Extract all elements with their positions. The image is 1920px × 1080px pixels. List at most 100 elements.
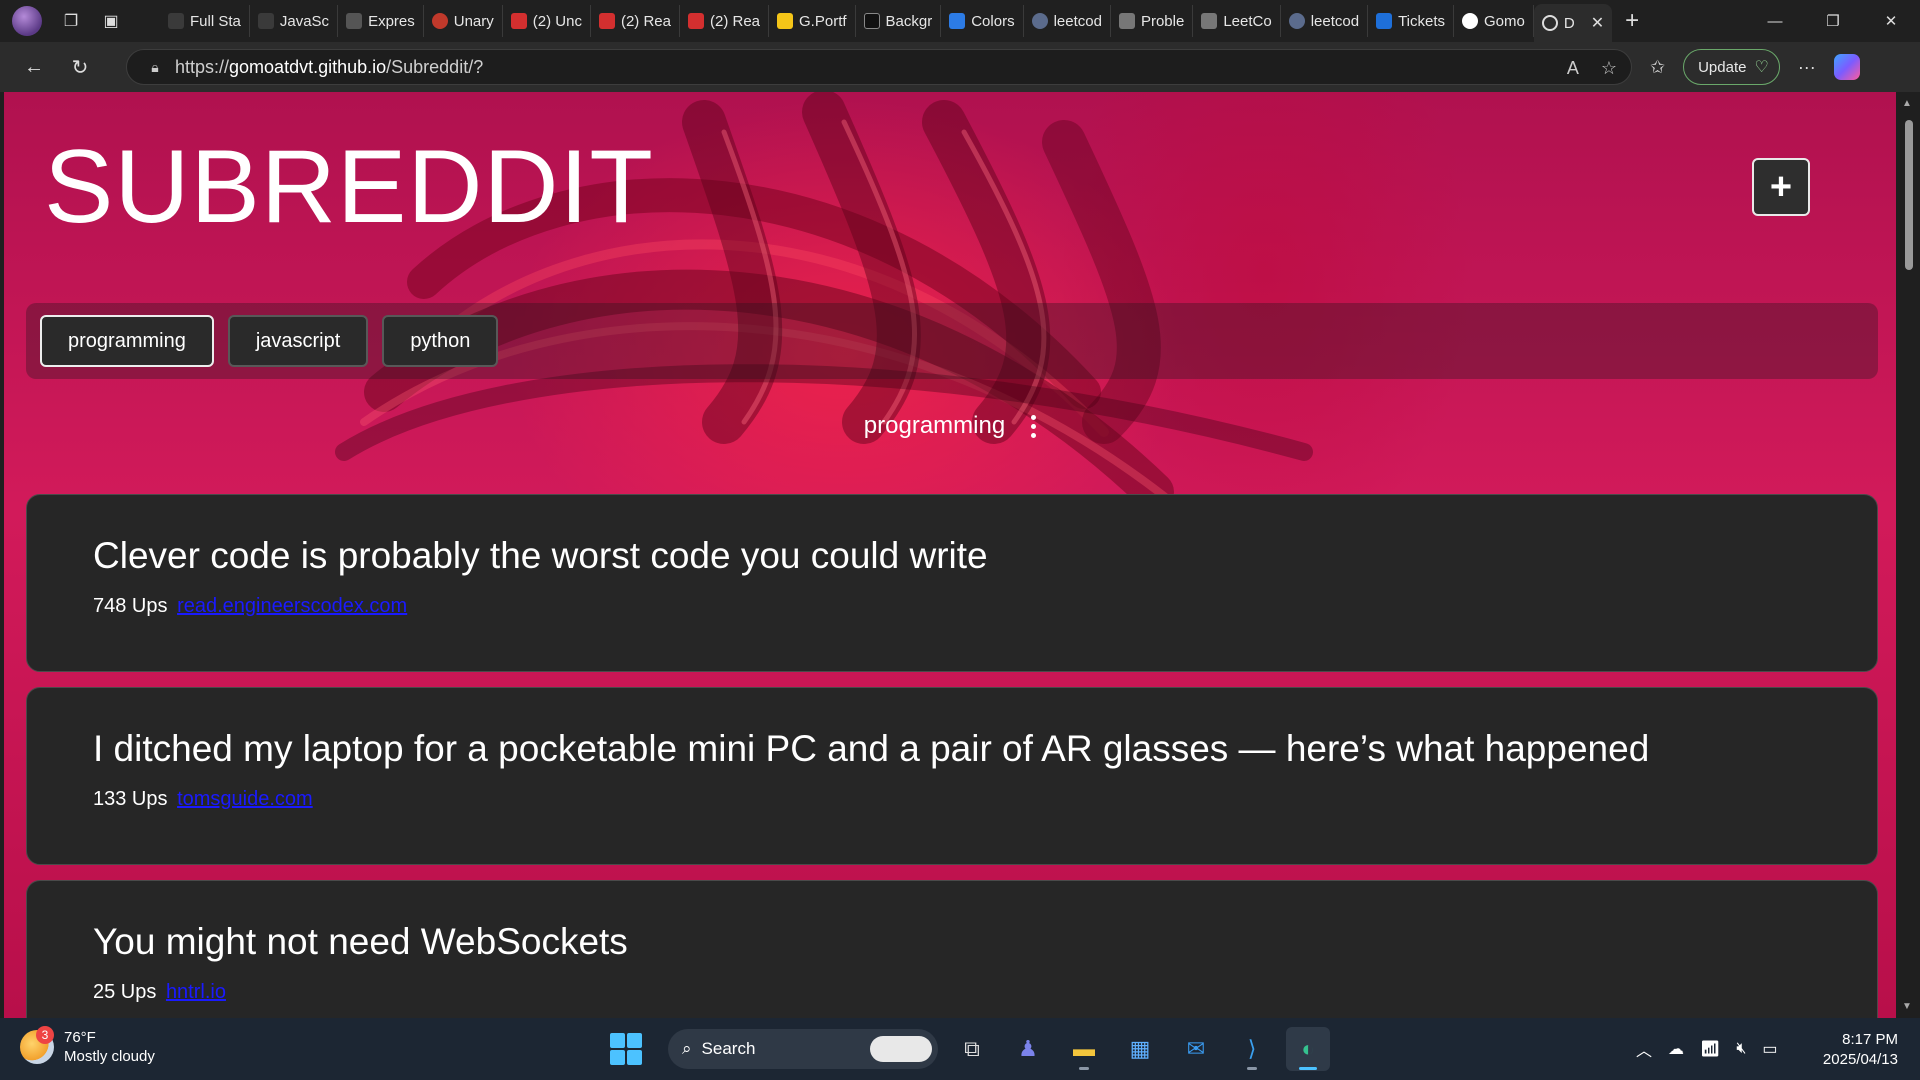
browser-tab[interactable]: (2) Unc bbox=[503, 5, 591, 37]
refresh-icon[interactable]: ↻ bbox=[58, 49, 102, 85]
post-ups: 133 Ups bbox=[93, 788, 168, 810]
tab-label: leetcod bbox=[1053, 12, 1102, 30]
close-tab-icon[interactable]: ✕ bbox=[1591, 13, 1604, 33]
tab-label: (2) Rea bbox=[620, 12, 671, 30]
taskbar-clock[interactable]: 8:17 PM 2025/04/13 bbox=[1812, 1030, 1898, 1070]
browser-tab[interactable]: (2) Rea bbox=[591, 5, 680, 37]
post-meta: 748 Ups read.engineerscodex.com bbox=[93, 595, 1877, 618]
browser-tab[interactable]: LeetCo bbox=[1193, 5, 1281, 37]
post-link[interactable]: tomsguide.com bbox=[177, 788, 313, 810]
back-arrow-icon[interactable]: ← bbox=[12, 49, 56, 85]
globe-icon bbox=[1541, 15, 1558, 31]
vscode-icon[interactable]: ⟩ bbox=[1230, 1027, 1274, 1071]
browser-tab[interactable]: Proble bbox=[1111, 5, 1194, 37]
tab-label: Proble bbox=[1140, 12, 1185, 30]
tab-label: Full Sta bbox=[190, 12, 241, 30]
filter-chip-javascript[interactable]: javascript bbox=[227, 315, 369, 367]
address-bar[interactable]: 🔒︎ https://gomoatdvt.github.io/Subreddit… bbox=[126, 49, 1632, 85]
tab-favicon bbox=[1201, 13, 1218, 29]
profile-avatar[interactable] bbox=[12, 6, 42, 36]
tab-label: (2) Unc bbox=[532, 12, 582, 30]
tab-label: G.Portf bbox=[799, 12, 847, 30]
scroll-down-arrow-icon[interactable]: ▼ bbox=[1902, 1001, 1912, 1012]
tab-label: Gomo bbox=[1484, 12, 1525, 30]
favorite-star-icon[interactable]: ☆ bbox=[1601, 58, 1617, 79]
workspaces-icon[interactable]: ❐ bbox=[60, 10, 82, 32]
minimize-icon[interactable]: — bbox=[1746, 0, 1804, 42]
post-ups: 25 Ups bbox=[93, 981, 157, 1003]
wifi-icon[interactable]: 📶︎ bbox=[1700, 1039, 1720, 1059]
browser-tab[interactable]: leetcod bbox=[1281, 5, 1369, 37]
add-subreddit-button[interactable]: + bbox=[1752, 158, 1810, 216]
restore-icon[interactable]: ❐ bbox=[1804, 0, 1862, 42]
post-title: You might not need WebSockets bbox=[93, 921, 628, 962]
battery-icon[interactable]: ▭ bbox=[1762, 1039, 1777, 1059]
vertical-tabs-icon[interactable]: ▣ bbox=[100, 10, 122, 32]
new-tab-button[interactable]: + bbox=[1612, 7, 1652, 35]
speaker-muted-icon[interactable]: 🔇︎ bbox=[1736, 1040, 1746, 1058]
scroll-up-arrow-icon[interactable]: ▲ bbox=[1902, 98, 1912, 109]
copilot-icon[interactable] bbox=[1833, 54, 1860, 80]
tab-favicon bbox=[257, 13, 274, 29]
url-host: gomoatdvt.github.io bbox=[229, 56, 387, 77]
browser-tab[interactable]: Full Sta bbox=[160, 5, 250, 37]
browser-tab[interactable]: Unary bbox=[424, 5, 503, 37]
browser-tab[interactable]: leetcod bbox=[1024, 5, 1111, 37]
task-view-icon[interactable]: ⧉ bbox=[950, 1027, 994, 1071]
browser-tab[interactable]: Backgr bbox=[856, 5, 942, 37]
clock-date: 2025/04/13 bbox=[1822, 1051, 1898, 1068]
browser-tab[interactable]: (2) Rea bbox=[680, 5, 770, 37]
weather-widget[interactable]: 3 76°F Mostly cloudy bbox=[20, 1026, 155, 1066]
tab-label: JavaSc bbox=[279, 12, 330, 30]
microsoft-store-icon[interactable]: ▦ bbox=[1118, 1027, 1162, 1071]
post-link[interactable]: hntrl.io bbox=[166, 981, 226, 1003]
browser-toolbar: ← ↻ 🔒︎ https://gomoatdvt.github.io/Subre… bbox=[0, 42, 1920, 92]
post-card: I ditched my laptop for a pocketable min… bbox=[26, 687, 1878, 865]
update-label: Update bbox=[1698, 58, 1747, 76]
teams-icon[interactable]: ♟ bbox=[1006, 1027, 1050, 1071]
read-aloud-icon[interactable]: A bbox=[1567, 58, 1579, 79]
tab-favicon bbox=[1288, 13, 1305, 29]
chevron-up-icon[interactable]: ︿ bbox=[1636, 1037, 1652, 1061]
post-meta: 25 Ups hntrl.io bbox=[93, 981, 1877, 1004]
windows-start-icon[interactable] bbox=[610, 1033, 642, 1065]
post-title: I ditched my laptop for a pocketable min… bbox=[93, 728, 1650, 769]
browser-tab[interactable]: Tickets bbox=[1368, 5, 1455, 37]
close-window-icon[interactable]: ✕ bbox=[1862, 0, 1920, 42]
filter-chip-python[interactable]: python bbox=[382, 315, 499, 367]
post-title: Clever code is probably the worst code y… bbox=[93, 535, 988, 576]
edge-browser-icon[interactable]: ◐ bbox=[1286, 1027, 1330, 1071]
tab-label: leetcod bbox=[1310, 12, 1360, 30]
kebab-menu-icon[interactable] bbox=[1031, 414, 1037, 438]
search-icon: ⌕ bbox=[682, 1039, 692, 1058]
health-heart-icon: ♡ bbox=[1754, 59, 1769, 76]
tab-label: D bbox=[1563, 14, 1575, 32]
taskbar-search[interactable]: ⌕ Search bbox=[668, 1029, 938, 1069]
browser-tab[interactable]: JavaSc bbox=[250, 5, 339, 37]
tab-label: Unary bbox=[453, 12, 494, 30]
browser-tab[interactable]: Colors bbox=[941, 5, 1024, 37]
post-card: You might not need WebSockets 25 Ups hnt… bbox=[26, 880, 1878, 1018]
more-menu-icon[interactable]: ··· bbox=[1798, 57, 1816, 78]
onedrive-icon[interactable]: ☁ bbox=[1668, 1039, 1684, 1059]
tab-strip-left: ❐ ▣ bbox=[0, 6, 160, 36]
tab-label: (2) Rea bbox=[709, 12, 761, 30]
outlook-icon[interactable]: ✉ bbox=[1174, 1027, 1218, 1071]
filter-chip-programming[interactable]: programming bbox=[40, 315, 214, 367]
post-link[interactable]: read.engineerscodex.com bbox=[177, 595, 407, 617]
url-scheme: https:// bbox=[175, 56, 230, 77]
browser-tab[interactable]: Gomo bbox=[1454, 5, 1534, 37]
favorites-icon[interactable]: ✩ bbox=[1650, 57, 1665, 78]
file-explorer-icon[interactable]: ▬ bbox=[1062, 1027, 1106, 1071]
browser-tab[interactable]: Expres bbox=[338, 5, 424, 37]
weather-text: 76°F Mostly cloudy bbox=[64, 1028, 155, 1066]
update-button[interactable]: Update ♡ bbox=[1683, 49, 1780, 85]
post-ups: 748 Ups bbox=[93, 595, 168, 617]
windows-taskbar: 3 76°F Mostly cloudy ⌕ Search ⧉ ♟ ▬ ▦ ✉ … bbox=[0, 1018, 1920, 1080]
weather-condition: Mostly cloudy bbox=[64, 1048, 155, 1065]
page-scrollbar[interactable]: ▲ ▼ bbox=[1896, 92, 1920, 1018]
clock-time: 8:17 PM bbox=[1842, 1031, 1898, 1048]
scrollbar-thumb[interactable] bbox=[1905, 120, 1913, 270]
browser-tab[interactable]: G.Portf bbox=[769, 5, 856, 37]
browser-tab-active[interactable]: D ✕ bbox=[1533, 4, 1613, 42]
